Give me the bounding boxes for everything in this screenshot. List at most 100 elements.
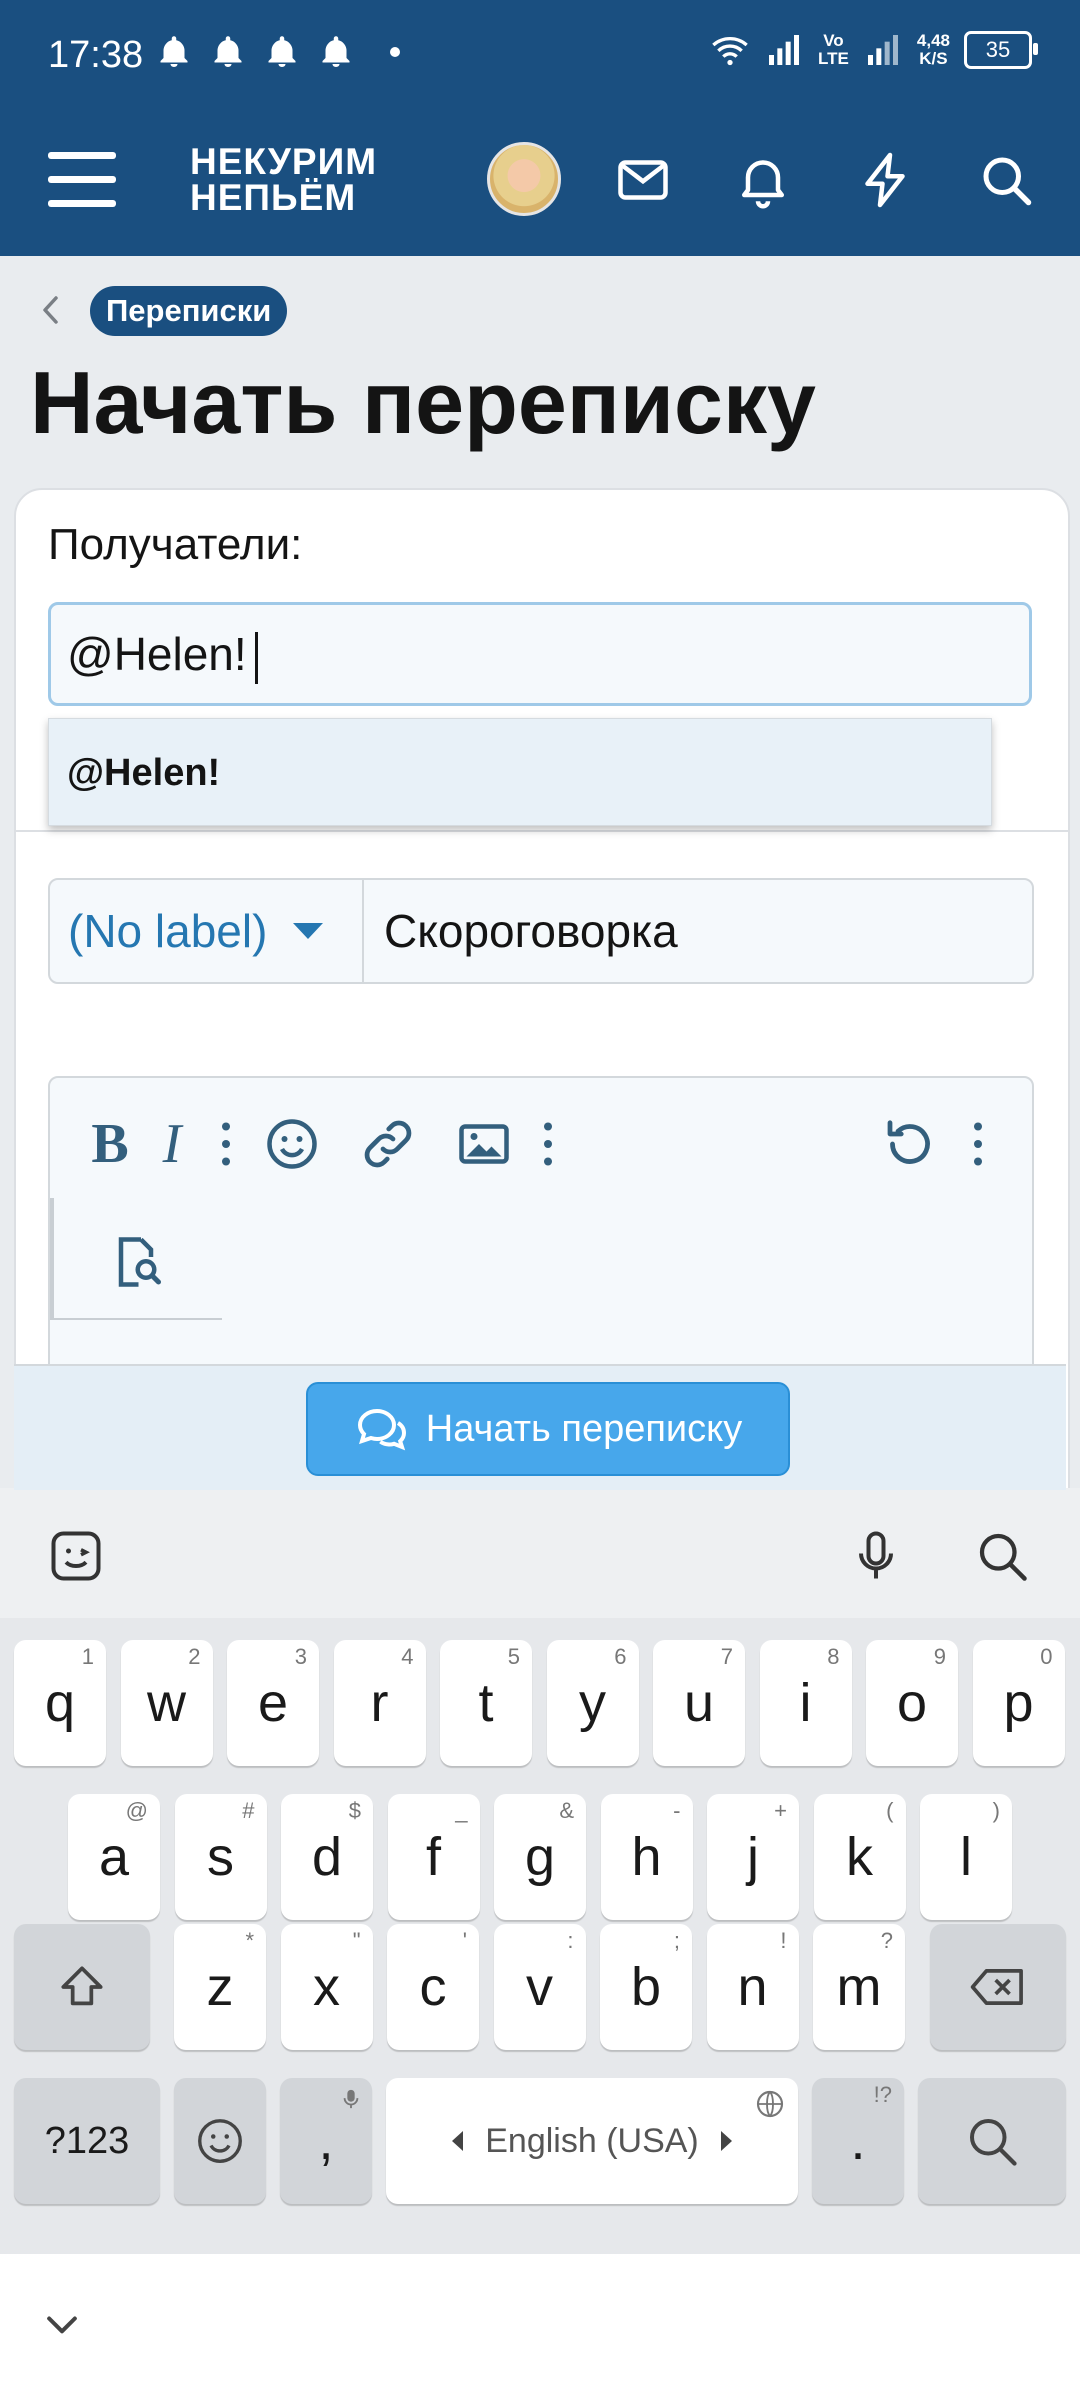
key-label: s bbox=[207, 1827, 234, 1887]
breadcrumb-conversations[interactable]: Переписки bbox=[90, 286, 288, 336]
key-h[interactable]: h- bbox=[600, 1794, 693, 1920]
key-label: m bbox=[836, 1957, 882, 2017]
text-caret bbox=[254, 631, 258, 684]
key-label: r bbox=[370, 1673, 389, 1733]
key-v[interactable]: v: bbox=[493, 1924, 586, 2050]
key-f[interactable]: f _ bbox=[387, 1794, 480, 1920]
period-key[interactable]: . !? bbox=[812, 2078, 904, 2204]
key-hint: # bbox=[242, 1798, 255, 1823]
key-k[interactable]: k( bbox=[813, 1794, 906, 1920]
bell-notification-icon bbox=[160, 36, 188, 67]
hide-keyboard-chevron-icon[interactable] bbox=[40, 2302, 84, 2346]
key-r[interactable]: r4 bbox=[333, 1640, 426, 1766]
keyboard-search-icon[interactable] bbox=[972, 1526, 1032, 1586]
key-q[interactable]: q1 bbox=[14, 1640, 106, 1766]
symbols-key[interactable]: ?123 bbox=[14, 2078, 160, 2204]
key-label: w bbox=[147, 1673, 186, 1733]
inbox-icon[interactable] bbox=[613, 150, 673, 210]
period-hint: !? bbox=[873, 2082, 892, 2107]
key-hint: 1 bbox=[81, 1644, 94, 1669]
key-n[interactable]: n! bbox=[706, 1924, 799, 2050]
bell-notification-icon bbox=[322, 36, 350, 67]
key-hint: 6 bbox=[614, 1644, 627, 1669]
preview-icon[interactable] bbox=[106, 1232, 166, 1292]
key-w[interactable]: w2 bbox=[120, 1640, 213, 1766]
key-e[interactable]: e3 bbox=[227, 1640, 319, 1766]
key-label: a bbox=[98, 1827, 130, 1887]
key-i[interactable]: i8 bbox=[759, 1640, 852, 1766]
microphone-icon[interactable] bbox=[846, 1526, 906, 1586]
italic-button[interactable]: I bbox=[142, 1114, 202, 1174]
key-m[interactable]: m? bbox=[813, 1924, 905, 2050]
status-right: Vo LTE 4,48 K/S 35 bbox=[710, 30, 1038, 70]
key-hint: ! bbox=[780, 1928, 787, 1953]
bold-button[interactable]: B bbox=[80, 1114, 140, 1174]
volte-indicator: Vo LTE bbox=[818, 31, 849, 68]
key-s[interactable]: s # bbox=[174, 1794, 267, 1920]
key-o[interactable]: o9 bbox=[866, 1640, 958, 1766]
menu-icon[interactable] bbox=[48, 152, 116, 212]
smiley-icon[interactable] bbox=[262, 1114, 322, 1174]
whats-new-lightning-icon[interactable] bbox=[855, 150, 915, 210]
network-speed-value: 4,48 bbox=[916, 31, 950, 50]
start-conversation-button[interactable]: Начать переписку bbox=[306, 1382, 790, 1476]
key-label: o bbox=[896, 1673, 928, 1733]
prefix-select[interactable]: (No label) bbox=[50, 880, 364, 982]
backspace-key[interactable] bbox=[930, 1924, 1066, 2050]
network-speed: 4,48 K/S bbox=[917, 32, 950, 68]
key-g[interactable]: g & bbox=[494, 1794, 586, 1920]
conversation-bubbles-icon bbox=[357, 1408, 406, 1451]
title-input[interactable]: Скороговорка bbox=[364, 880, 1032, 982]
key-c[interactable]: c ' bbox=[387, 1924, 479, 2050]
toolbar-row-2 bbox=[50, 1198, 222, 1320]
emoji-key[interactable] bbox=[174, 2078, 266, 2204]
key-label: u bbox=[683, 1673, 715, 1733]
more-notifications-dot bbox=[390, 47, 400, 57]
recipients-input[interactable]: @Helen! bbox=[48, 602, 1032, 706]
key-hint: 7 bbox=[720, 1644, 733, 1669]
logo-line-2: НЕПЬЁМ bbox=[190, 177, 357, 218]
more-insert-options-icon[interactable] bbox=[518, 1114, 578, 1174]
key-hint: 0 bbox=[1040, 1644, 1053, 1669]
more-options-icon[interactable] bbox=[948, 1114, 1008, 1174]
submit-bar: Начать переписку bbox=[14, 1364, 1066, 1490]
search-action-key[interactable] bbox=[918, 2078, 1066, 2204]
key-a[interactable]: a @ bbox=[68, 1794, 160, 1920]
key-x[interactable]: x " bbox=[280, 1924, 373, 2050]
key-j[interactable]: j + bbox=[707, 1794, 799, 1920]
bell-notification-icon bbox=[268, 36, 296, 67]
key-y[interactable]: y6 bbox=[546, 1640, 639, 1766]
alerts-bell-icon[interactable] bbox=[733, 150, 793, 210]
more-text-options-icon[interactable] bbox=[196, 1114, 256, 1174]
site-logo[interactable]: НЕКУРИМ НЕПЬЁМ bbox=[190, 141, 378, 218]
key-l[interactable]: l) bbox=[920, 1794, 1012, 1920]
undo-icon[interactable] bbox=[880, 1114, 940, 1174]
key-hint: $ bbox=[348, 1798, 361, 1823]
key-z[interactable]: z * bbox=[174, 1924, 266, 2050]
key-u[interactable]: u7 bbox=[653, 1640, 745, 1766]
back-chevron-icon[interactable] bbox=[36, 290, 66, 330]
link-icon[interactable] bbox=[358, 1114, 418, 1174]
divider bbox=[16, 830, 1068, 832]
key-p[interactable]: p0 bbox=[972, 1640, 1065, 1766]
soft-keyboard: q1w2e3r4t5y6u7i8o9p0 a @ s # d $ f _ g & h - j + k(l) … bbox=[0, 1488, 1080, 2254]
sticker-emoji-icon[interactable] bbox=[46, 1526, 106, 1586]
key-b[interactable]: b; bbox=[600, 1924, 692, 2050]
key-hint: ; bbox=[673, 1928, 680, 1953]
key-d[interactable]: d $ bbox=[281, 1794, 373, 1920]
recipient-suggestion[interactable]: @Helen! bbox=[48, 718, 992, 826]
key-label: d bbox=[311, 1827, 343, 1887]
space-label: English (USA) bbox=[485, 2122, 699, 2160]
key-hint: 2 bbox=[188, 1644, 201, 1669]
comma-label: , bbox=[318, 2111, 334, 2171]
key-hint: ) bbox=[992, 1798, 1000, 1823]
logo-line-1: НЕКУРИМ bbox=[190, 141, 378, 182]
comma-key[interactable]: , bbox=[280, 2078, 372, 2204]
search-icon[interactable] bbox=[976, 150, 1036, 210]
key-t[interactable]: t5 bbox=[440, 1640, 532, 1766]
space-key[interactable]: English (USA) bbox=[386, 2078, 798, 2204]
key-label: i bbox=[799, 1673, 812, 1733]
image-icon[interactable] bbox=[454, 1114, 514, 1174]
user-avatar[interactable] bbox=[487, 142, 561, 216]
shift-key[interactable] bbox=[14, 1924, 150, 2050]
